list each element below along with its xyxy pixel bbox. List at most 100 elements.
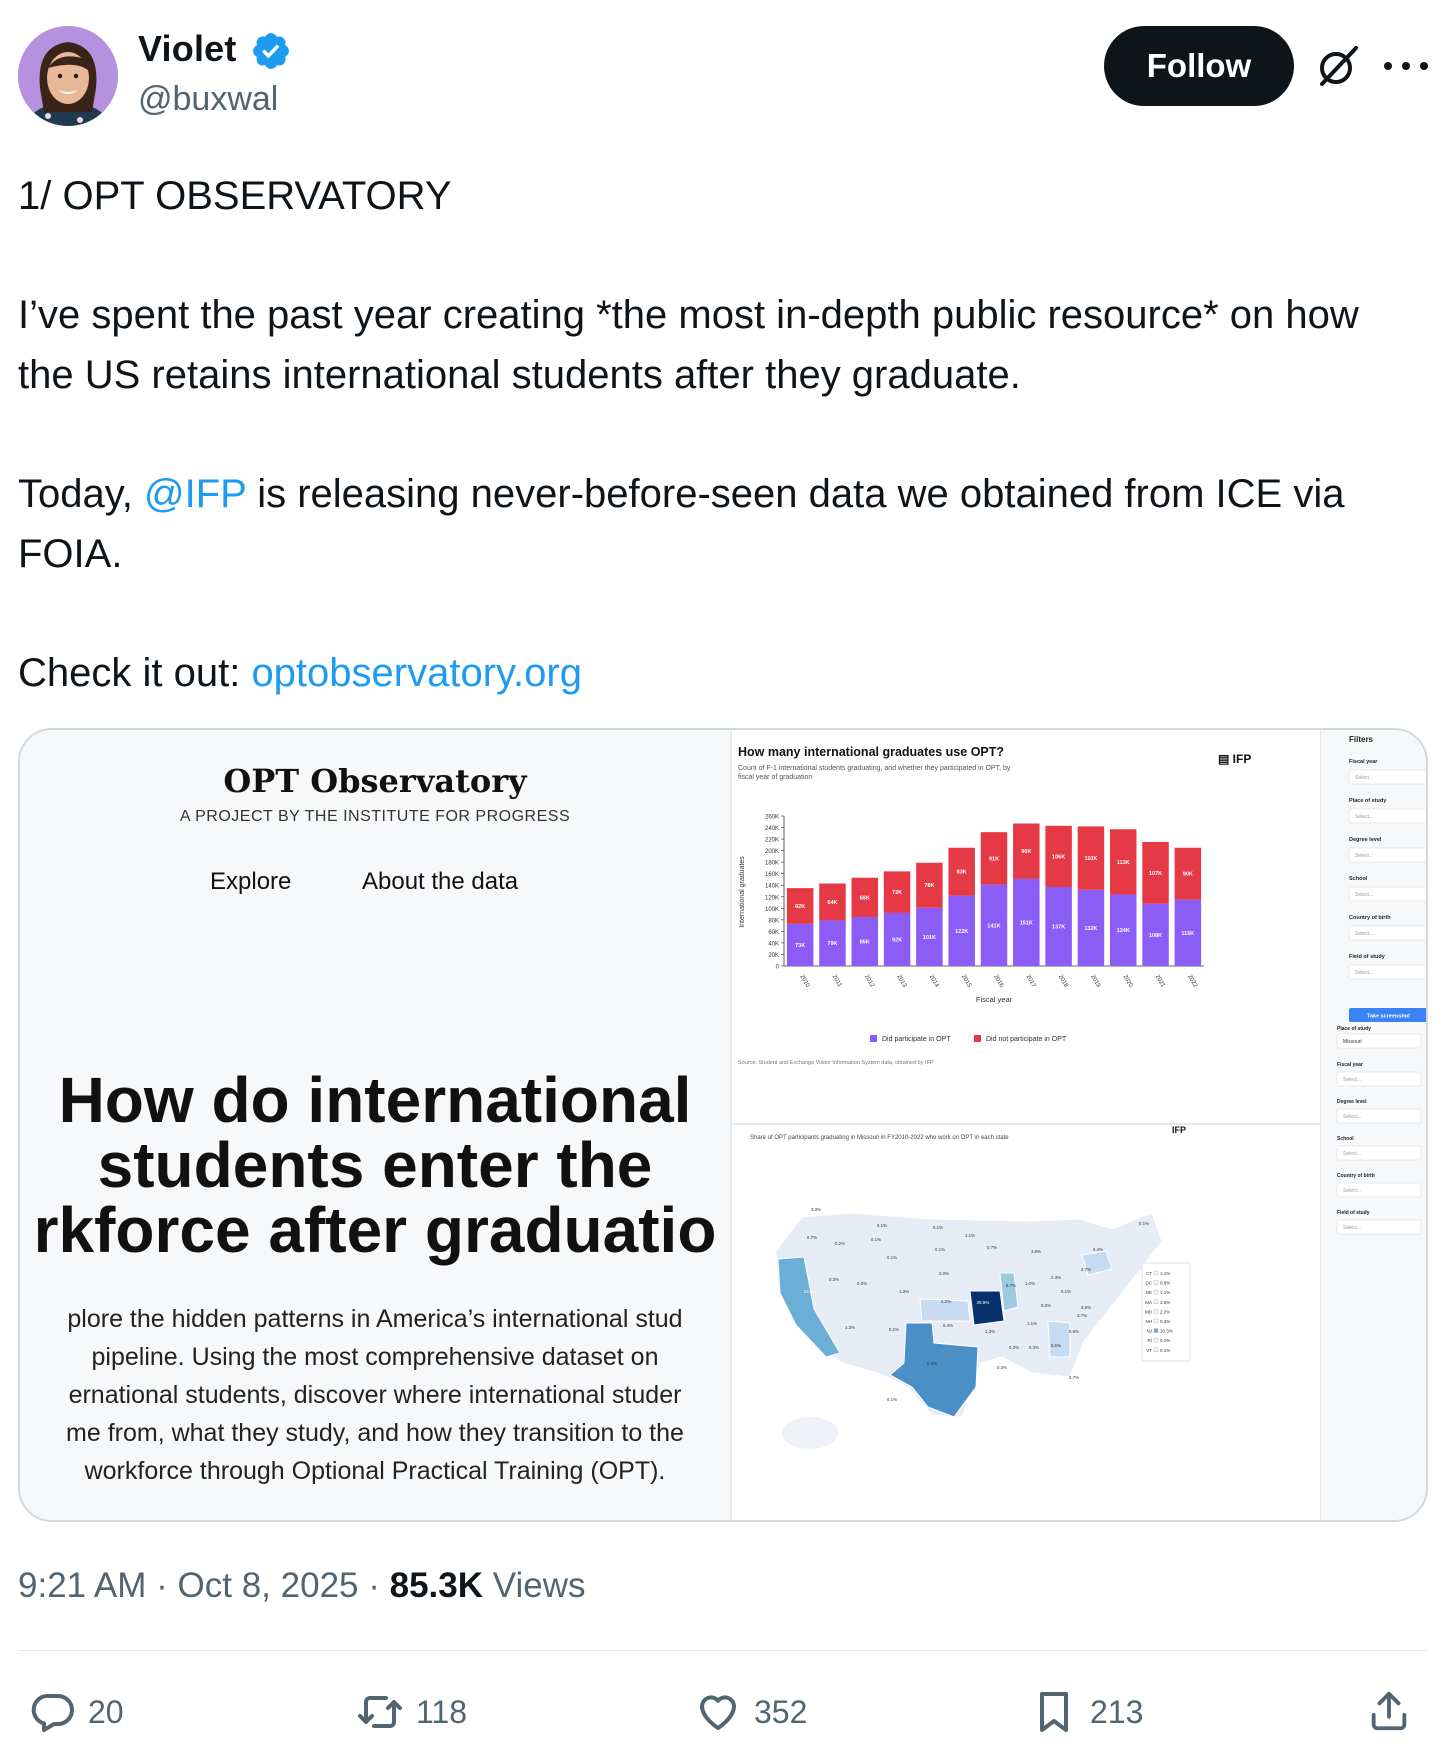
georgia-state [1047,1320,1071,1358]
state-value-label: 0.4% [943,1323,953,1328]
legend-state-value: 1.1% [1160,1271,1170,1276]
tweet-media-image[interactable]: OPT Observatory A PROJECT BY THE INSTITU… [18,728,1428,1522]
legend-state-label: NH [1146,1319,1153,1324]
hero-line: students enter the [97,1129,653,1201]
website-link[interactable]: optobservatory.org [251,651,582,695]
bar-data-label: 113K [1117,860,1130,866]
repost-button[interactable]: 118 [356,1686,467,1738]
x-tick-label: 2016 [992,974,1004,989]
state-value-label: 0.1% [887,1397,897,1402]
filter-placeholder: Select... [1343,1188,1361,1194]
filters-title: Filters [1349,735,1374,744]
author-name[interactable]: Violet [138,28,237,70]
bar-data-label: 96K [1021,849,1031,855]
state-value-label: 0.7% [987,1245,997,1250]
y-tick-label: 260K [765,815,779,821]
repost-icon [358,1696,402,1728]
tweet-time[interactable]: 9:21 AM [18,1566,146,1605]
screenshot-button-label: Take screenshot [1367,1014,1410,1020]
bar-data-label: 108K [1149,933,1162,939]
legend-state-label: CT [1146,1271,1152,1276]
legend-state-label: RI [1148,1338,1153,1343]
legend-swatch [1153,1280,1159,1285]
legend-state-value: 10.3% [1160,1329,1173,1334]
author-handle[interactable]: @buxwal [138,80,278,119]
legend-state-value: 3.8% [1160,1300,1170,1305]
like-button[interactable]: 352 [694,1686,807,1738]
missouri-state [969,1290,1005,1326]
tweet-paragraph-3: Today, @IFP is releasing never-before-se… [18,464,1418,584]
share-icon[interactable] [1366,1688,1412,1734]
state-value-label: 0.1% [871,1237,881,1242]
tweet-text-fragment: Check it out: [18,651,252,695]
filter-placeholder: Select... [1355,775,1373,781]
state-value-label: 0.1% [935,1247,945,1252]
legend-swatch [1153,1318,1159,1324]
filter-placeholder: Select... [1355,853,1373,859]
bar-data-label: 124K [1117,928,1130,934]
filters-panel: Filters Fiscal year Select... Place of stud… [1320,730,1426,1520]
filter-placeholder: Select... [1343,1114,1361,1120]
legend-swatch [1153,1299,1159,1304]
nav-explore: Explore [210,868,292,895]
x-tick-label: 2013 [895,974,907,989]
filter-value: Missouri [1343,1039,1362,1045]
filter-label: Country of birth [1337,1173,1375,1179]
y-tick-label: 60K [768,930,779,936]
x-tick-label: 2011 [831,974,843,989]
tweet-date[interactable]: Oct 8, 2025 [178,1566,359,1605]
state-value-label: 0.1% [889,1327,899,1332]
state-value-label: 0.7% [807,1235,817,1240]
y-tick-label: 80K [768,918,779,924]
legend-swatch [1153,1328,1159,1333]
legend-swatch [974,1035,981,1042]
chart-title: How many international graduates use OPT… [738,745,1004,759]
state-value-label: 0.1% [1061,1289,1071,1294]
state-value-label: 0.1% [887,1255,897,1260]
legend-state-value: 1.1% [1160,1290,1170,1295]
filter-label: Field of study [1349,954,1386,960]
state-value-label: 6.7% [1006,1283,1016,1288]
hero-description: plore the hidden patterns in America’s i… [20,1300,730,1490]
state-value-label: 2.3% [1051,1275,1061,1280]
alaska-state [782,1417,838,1449]
avatar[interactable] [18,26,118,126]
legend-state-value: 0.1% [1160,1348,1170,1353]
y-tick-label: 200K [765,849,779,855]
state-value-label: 6.4% [1093,1247,1103,1252]
tweet-paragraph-4: Check it out: optobservatory.org [18,643,1418,703]
bar-data-label: 92K [892,937,902,943]
follow-button[interactable]: Follow [1104,26,1294,106]
x-tick-label: 2012 [863,974,875,989]
mention-link[interactable]: @IFP [144,472,246,516]
y-tick-label: 160K [765,872,779,878]
filter-label: School [1349,876,1368,882]
bookmark-button[interactable]: 213 [1030,1686,1143,1738]
state-value-label: 0.8% [1069,1329,1079,1334]
hero-body-line: me from, what they study, and how they t… [66,1419,684,1447]
grok-icon[interactable] [1314,42,1362,90]
legend-swatch [870,1035,877,1042]
bar-data-label: 122K [955,929,968,935]
bar-data-label: 72K [892,890,902,896]
hero-line: How do international [58,1064,692,1136]
bar-data-label: 110K [1084,856,1097,862]
bar-data-label: 79K [827,941,837,947]
filter-label: School [1337,1136,1354,1142]
filter-label: Country of birth [1349,915,1391,921]
bar-data-label: 115K [1181,931,1194,937]
verified-badge-icon [253,33,289,69]
y-tick-label: 220K [765,838,779,844]
bar-data-label: 78K [924,883,934,889]
reply-button[interactable]: 20 [28,1686,124,1738]
x-tick-label: 2014 [928,974,940,989]
ifp-logo: ▤ IFP [1218,752,1251,766]
more-options-icon[interactable] [1384,46,1428,86]
state-value-label: 3.3% [811,1207,821,1212]
like-count: 352 [754,1693,808,1730]
legend-state-value: 0.3% [1160,1319,1170,1324]
chart-subtitle: fiscal year of graduation [738,774,812,781]
ifp-logo: IFP [1172,1125,1186,1135]
x-tick-label: 2019 [1089,974,1101,989]
x-tick-label: 2010 [798,974,810,989]
